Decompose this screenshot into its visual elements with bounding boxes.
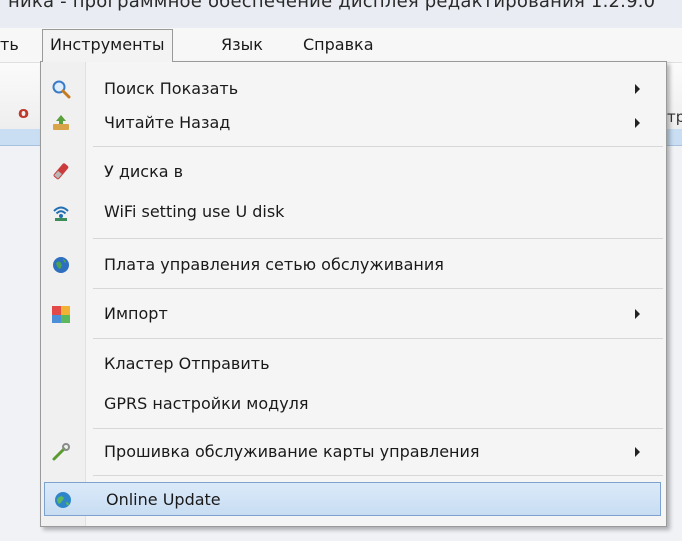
- menu-item-label: GPRS настройки модуля: [104, 394, 309, 413]
- menu-separator: [93, 338, 663, 339]
- menu-item-wifi-setting[interactable]: WiFi setting use U disk: [43, 195, 662, 229]
- menu-separator: [93, 238, 663, 239]
- menu-item-online-update[interactable]: Online Update: [44, 482, 661, 516]
- menu-separator: [93, 428, 663, 429]
- menu-item-label: Online Update: [106, 490, 221, 509]
- window-title-bar: ника - программное обеспечение дисплея р…: [0, 0, 682, 28]
- menu-item-import[interactable]: Импорт: [43, 297, 662, 331]
- menu-separator: [93, 475, 663, 476]
- read-back-icon: [51, 113, 71, 133]
- toolbar-partial-label-right: тр: [667, 108, 682, 126]
- submenu-arrow-icon: [635, 309, 640, 319]
- menu-help[interactable]: Справка: [296, 30, 381, 59]
- submenu-arrow-icon: [635, 84, 640, 94]
- menu-item-network-service-board[interactable]: Плата управления сетью обслуживания: [43, 248, 662, 282]
- menu-language[interactable]: Язык: [214, 30, 270, 59]
- globe-icon: [51, 255, 71, 275]
- menu-item-label: Прошивка обслуживание карты управления: [104, 442, 480, 461]
- menu-item-label: Импорт: [104, 304, 168, 323]
- menu-file-partial[interactable]: ть: [0, 30, 26, 59]
- wifi-icon: [51, 202, 71, 222]
- tools-dropdown-menu: Поиск Показать Читайте Назад У диска в W…: [40, 61, 667, 527]
- submenu-arrow-icon: [635, 447, 640, 457]
- menu-tools[interactable]: Инструменты: [42, 29, 173, 62]
- menu-item-label: Кластер Отправить: [104, 354, 270, 373]
- submenu-arrow-icon: [635, 118, 640, 128]
- menu-item-cluster-send[interactable]: Кластер Отправить: [43, 347, 662, 381]
- menu-item-to-disk[interactable]: У диска в: [43, 155, 662, 189]
- firmware-icon: [51, 442, 71, 462]
- menu-item-search-show[interactable]: Поиск Показать: [43, 72, 662, 106]
- usb-disk-icon: [51, 162, 71, 182]
- toolbar-partial-label-left: о: [18, 103, 29, 122]
- menu-item-label: Плата управления сетью обслуживания: [104, 255, 444, 274]
- menu-item-label: У диска в: [104, 162, 184, 181]
- menu-item-firmware-service[interactable]: Прошивка обслуживание карты управления: [43, 435, 662, 469]
- menu-item-read-back[interactable]: Читайте Назад: [43, 106, 662, 140]
- menu-item-label: Читайте Назад: [104, 113, 231, 132]
- menu-item-gprs-settings[interactable]: GPRS настройки модуля: [43, 387, 662, 421]
- menu-separator: [93, 146, 663, 147]
- search-icon: [51, 79, 71, 99]
- menu-bar: ть Инструменты Язык Справка: [0, 28, 682, 63]
- window-title: ника - программное обеспечение дисплея р…: [8, 0, 656, 12]
- menu-separator: [93, 288, 663, 289]
- import-icon: [51, 304, 71, 324]
- update-globe-icon: [53, 490, 73, 510]
- menu-item-label: WiFi setting use U disk: [104, 202, 285, 221]
- menu-item-label: Поиск Показать: [104, 79, 239, 98]
